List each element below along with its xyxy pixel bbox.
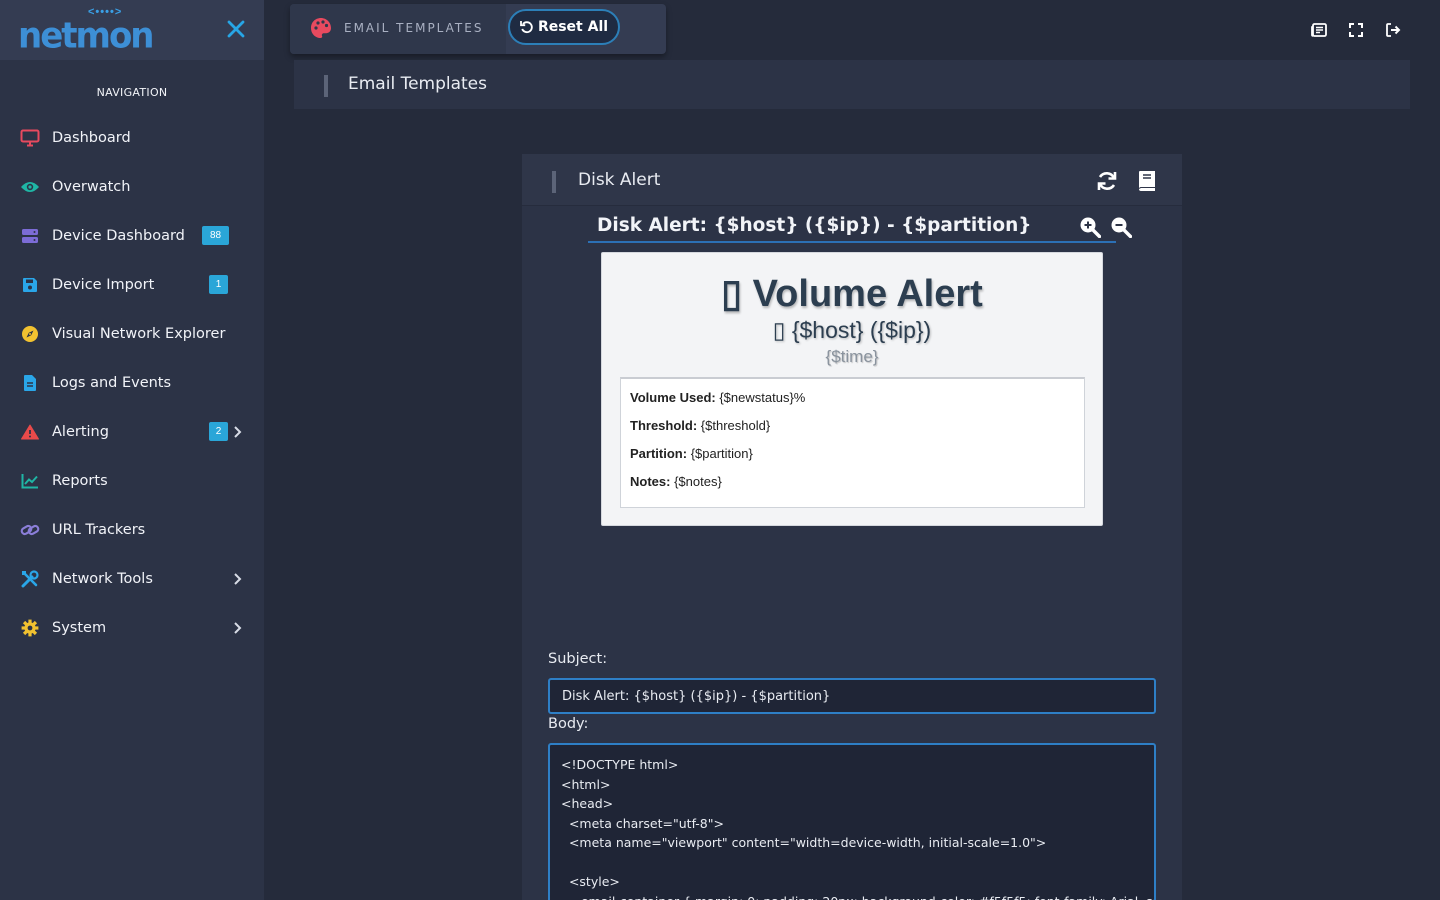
- body-label: Body:: [548, 716, 589, 732]
- warning-icon: [20, 422, 40, 442]
- detail-row-volume-used: Volume Used: {$newstatus}%: [630, 390, 806, 405]
- email-heading: ▯ Volume Alert: [602, 271, 1102, 316]
- reset-all-button[interactable]: Reset All: [508, 9, 620, 45]
- email-host-line: ▯ {$host} ({$ip}): [602, 317, 1102, 344]
- section-title: EMAIL TEMPLATES: [344, 21, 484, 35]
- close-sidebar-button[interactable]: [222, 14, 250, 44]
- sidebar: <••••> netmon NAVIGATION Dashboard Overw…: [0, 0, 264, 900]
- page-title: Email Templates: [348, 74, 487, 94]
- sidebar-item-device-dashboard[interactable]: Device Dashboard 88: [0, 211, 264, 260]
- body-textarea[interactable]: <!DOCTYPE html> <html> <head> <meta char…: [548, 743, 1156, 900]
- host-text: {$host} ({$ip}): [791, 317, 932, 343]
- save-icon: [20, 275, 40, 295]
- card-accent-bar: [552, 171, 556, 193]
- chevron-right-icon: [234, 573, 242, 585]
- host-glyph: ▯: [772, 317, 786, 343]
- chevron-right-icon: [234, 426, 242, 438]
- link-icon: [20, 520, 40, 540]
- header-accent-bar: [324, 75, 328, 97]
- nav-heading: NAVIGATION: [96, 86, 168, 99]
- sidebar-item-system[interactable]: System: [0, 603, 264, 652]
- device-count-badge: 88: [202, 226, 229, 245]
- sidebar-item-label: System: [52, 619, 107, 636]
- file-icon: [20, 373, 40, 393]
- close-icon: [227, 20, 245, 38]
- chevron-right-icon: [234, 622, 242, 634]
- heading-glyph: ▯: [721, 273, 743, 315]
- sidebar-item-reports[interactable]: Reports: [0, 456, 264, 505]
- palette-icon: [311, 18, 331, 38]
- section-label-area: EMAIL TEMPLATES: [290, 4, 506, 54]
- sidebar-item-label: Reports: [52, 472, 108, 489]
- template-card: Disk Alert Disk Alert: {$host} ({$ip}) -…: [522, 154, 1182, 900]
- zoom-in-icon[interactable]: [1079, 216, 1101, 238]
- sidebar-item-label: Alerting: [52, 423, 109, 440]
- sidebar-item-device-import[interactable]: Device Import 1: [0, 260, 264, 309]
- email-time: {$time}: [825, 347, 879, 366]
- newspaper-icon[interactable]: [1311, 22, 1327, 38]
- preview-subject: Disk Alert: {$host} ({$ip}) - {$partitio…: [597, 215, 1032, 236]
- card-title: Disk Alert: [578, 170, 661, 190]
- book-icon[interactable]: [1135, 169, 1159, 193]
- compass-icon: [20, 324, 40, 344]
- section-toolbar: EMAIL TEMPLATES Reset All: [290, 4, 666, 54]
- sign-out-icon[interactable]: [1385, 22, 1401, 38]
- heading-text: Volume Alert: [752, 273, 983, 315]
- email-preview: ▯ Volume Alert ▯ {$host} ({$ip}) {$time}…: [601, 252, 1103, 526]
- zoom-out-icon[interactable]: [1110, 216, 1132, 238]
- email-details-box: Volume Used: {$newstatus}% Threshold: {$…: [620, 377, 1085, 508]
- page-header: Email Templates: [294, 60, 1410, 109]
- gear-icon: [20, 618, 40, 638]
- sidebar-item-label: Device Dashboard: [52, 227, 185, 244]
- sidebar-item-label: Logs and Events: [52, 374, 172, 391]
- preview-subject-bar: Disk Alert: {$host} ({$ip}) - {$partitio…: [588, 213, 1132, 243]
- sidebar-item-network-tools[interactable]: Network Tools: [0, 554, 264, 603]
- sidebar-item-overwatch[interactable]: Overwatch: [0, 162, 264, 211]
- eye-icon: [20, 177, 40, 197]
- undo-icon: [520, 21, 533, 34]
- sidebar-item-label: Network Tools: [52, 570, 153, 587]
- server-icon: [20, 226, 40, 246]
- detail-row-notes: Notes: {$notes}: [630, 474, 722, 489]
- logo-text: netmon: [18, 15, 155, 57]
- sidebar-item-url-trackers[interactable]: URL Trackers: [0, 505, 264, 554]
- reset-all-label: Reset All: [537, 19, 609, 35]
- sidebar-item-label: Visual Network Explorer: [52, 325, 226, 342]
- tools-icon: [20, 569, 40, 589]
- sidebar-item-logs-and-events[interactable]: Logs and Events: [0, 358, 264, 407]
- sidebar-item-alerting[interactable]: Alerting 2: [0, 407, 264, 456]
- subject-input[interactable]: [548, 678, 1156, 714]
- sidebar-item-label: URL Trackers: [52, 521, 146, 538]
- brand-bar: <••••> netmon: [0, 0, 264, 60]
- sidebar-item-label: Dashboard: [52, 129, 131, 146]
- detail-row-threshold: Threshold: {$threshold}: [630, 418, 771, 433]
- subject-label: Subject:: [548, 651, 608, 667]
- monitor-icon: [20, 128, 40, 148]
- netmon-logo[interactable]: <••••> netmon: [18, 6, 155, 57]
- chart-line-icon: [20, 471, 40, 491]
- card-header: Disk Alert: [522, 154, 1182, 206]
- refresh-icon[interactable]: [1095, 169, 1119, 193]
- alert-count-badge: 2: [209, 422, 228, 441]
- fullscreen-icon[interactable]: [1348, 22, 1364, 38]
- import-count-badge: 1: [209, 275, 228, 294]
- detail-row-partition: Partition: {$partition}: [630, 446, 753, 461]
- sidebar-item-label: Device Import: [52, 276, 155, 293]
- sidebar-item-label: Overwatch: [52, 178, 131, 195]
- sidebar-item-visual-network-explorer[interactable]: Visual Network Explorer: [0, 309, 264, 358]
- sidebar-item-dashboard[interactable]: Dashboard: [0, 113, 264, 162]
